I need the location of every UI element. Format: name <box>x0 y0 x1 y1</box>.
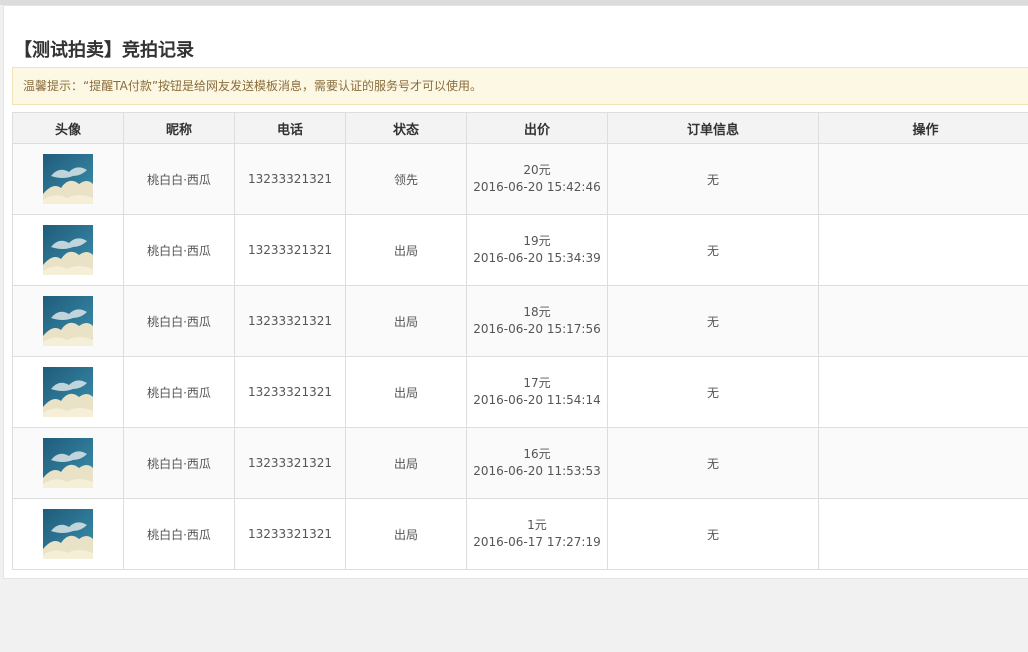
avatar-cell <box>12 356 124 428</box>
nickname-cell: 桃白白·西瓜 <box>123 214 235 286</box>
bid-time: 2016-06-20 11:54:14 <box>473 393 601 407</box>
status-cell: 出局 <box>345 356 467 428</box>
avatar-cell <box>12 427 124 499</box>
avatar <box>43 367 93 417</box>
avatar <box>43 225 93 275</box>
bid-time: 2016-06-20 15:42:46 <box>473 180 601 194</box>
header-nickname: 昵称 <box>123 112 235 144</box>
avatar-cell <box>12 143 124 215</box>
nickname-cell: 桃白白·西瓜 <box>123 356 235 428</box>
bid-cell: 18元 2016-06-20 15:17:56 <box>466 285 608 357</box>
table-row: 桃白白·西瓜 13233321321 出局 16元 2016-06-20 11:5… <box>12 427 1028 499</box>
avatar <box>43 296 93 346</box>
status-cell: 出局 <box>345 498 467 570</box>
actions-cell <box>818 214 1028 286</box>
actions-cell <box>818 356 1028 428</box>
bid-amount: 1元 <box>527 518 547 532</box>
header-actions: 操作 <box>818 112 1028 144</box>
nickname-cell: 桃白白·西瓜 <box>123 427 235 499</box>
avatar <box>43 154 93 204</box>
avatar <box>43 438 93 488</box>
status-cell: 出局 <box>345 285 467 357</box>
order-cell: 无 <box>607 427 819 499</box>
phone-cell: 13233321321 <box>234 427 346 499</box>
avatar-cell <box>12 498 124 570</box>
table-row: 桃白白·西瓜 13233321321 出局 1元 2016-06-17 17:27… <box>12 498 1028 570</box>
bid-amount: 17元 <box>523 376 551 390</box>
notice-banner: 温馨提示：“提醒TA付款”按钮是给网友发送模板消息，需要认证的服务号才可以使用。 <box>12 67 1028 105</box>
avatar-cell <box>12 214 124 286</box>
header-order: 订单信息 <box>607 112 819 144</box>
bid-amount: 19元 <box>523 234 551 248</box>
phone-cell: 13233321321 <box>234 214 346 286</box>
nickname-cell: 桃白白·西瓜 <box>123 285 235 357</box>
avatar <box>43 509 93 559</box>
avatar-cell <box>12 285 124 357</box>
bid-amount: 16元 <box>523 447 551 461</box>
order-cell: 无 <box>607 285 819 357</box>
order-cell: 无 <box>607 356 819 428</box>
bid-amount: 18元 <box>523 305 551 319</box>
status-cell: 出局 <box>345 427 467 499</box>
nickname-cell: 桃白白·西瓜 <box>123 143 235 215</box>
bid-amount: 20元 <box>523 163 551 177</box>
table-row: 桃白白·西瓜 13233321321 出局 17元 2016-06-20 11:5… <box>12 356 1028 428</box>
bid-cell: 17元 2016-06-20 11:54:14 <box>466 356 608 428</box>
bid-time: 2016-06-20 15:17:56 <box>473 322 601 336</box>
table-row: 桃白白·西瓜 13233321321 出局 19元 2016-06-20 15:3… <box>12 214 1028 286</box>
bid-time: 2016-06-20 15:34:39 <box>473 251 601 265</box>
header-bid: 出价 <box>466 112 608 144</box>
bid-cell: 20元 2016-06-20 15:42:46 <box>466 143 608 215</box>
bid-cell: 19元 2016-06-20 15:34:39 <box>466 214 608 286</box>
phone-cell: 13233321321 <box>234 356 346 428</box>
phone-cell: 13233321321 <box>234 285 346 357</box>
header-avatar: 头像 <box>12 112 124 144</box>
order-cell: 无 <box>607 143 819 215</box>
order-cell: 无 <box>607 214 819 286</box>
bid-cell: 16元 2016-06-20 11:53:53 <box>466 427 608 499</box>
phone-cell: 13233321321 <box>234 143 346 215</box>
status-cell: 领先 <box>345 143 467 215</box>
table-header-row: 头像 昵称 电话 状态 出价 订单信息 操作 <box>12 112 1028 144</box>
bid-time: 2016-06-20 11:53:53 <box>473 464 601 478</box>
header-status: 状态 <box>345 112 467 144</box>
bid-records-table: 头像 昵称 电话 状态 出价 订单信息 操作 桃白白·西瓜 1323332132… <box>12 112 1028 570</box>
page-title: 【测试拍卖】竞拍记录 <box>14 40 194 61</box>
actions-cell <box>818 498 1028 570</box>
actions-cell <box>818 143 1028 215</box>
nickname-cell: 桃白白·西瓜 <box>123 498 235 570</box>
phone-cell: 13233321321 <box>234 498 346 570</box>
table-row: 桃白白·西瓜 13233321321 出局 18元 2016-06-20 15:1… <box>12 285 1028 357</box>
bid-cell: 1元 2016-06-17 17:27:19 <box>466 498 608 570</box>
table-row: 桃白白·西瓜 13233321321 领先 20元 2016-06-20 15:4… <box>12 143 1028 215</box>
header-phone: 电话 <box>234 112 346 144</box>
actions-cell <box>818 427 1028 499</box>
order-cell: 无 <box>607 498 819 570</box>
bid-time: 2016-06-17 17:27:19 <box>473 535 601 549</box>
status-cell: 出局 <box>345 214 467 286</box>
actions-cell <box>818 285 1028 357</box>
